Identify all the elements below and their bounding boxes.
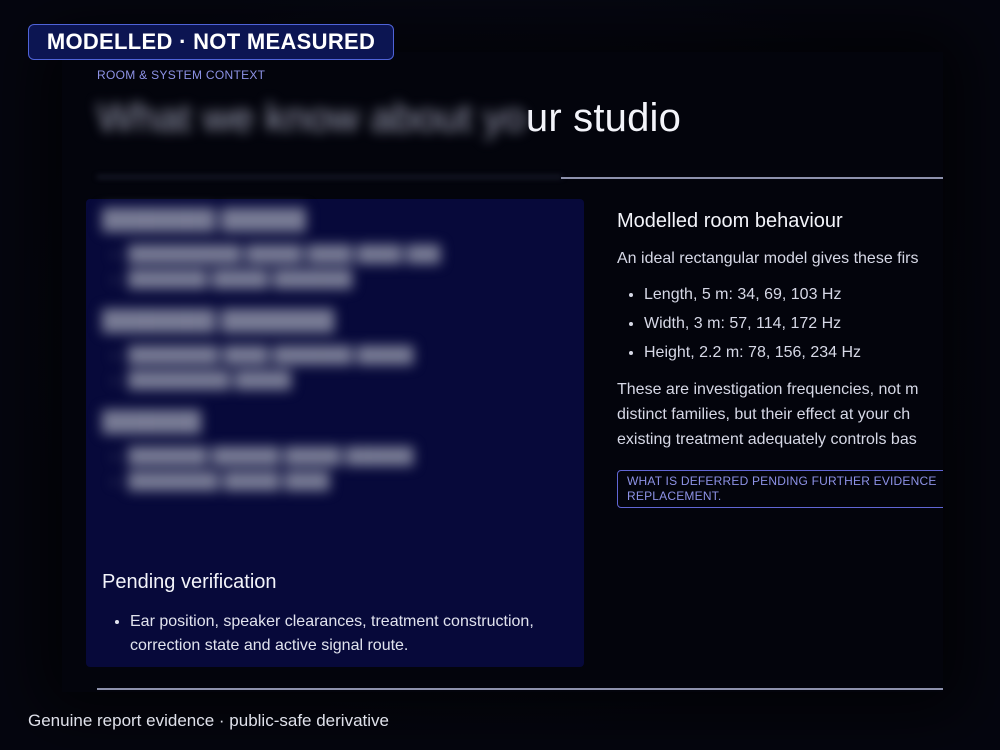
section-eyebrow: ROOM & SYSTEM CONTEXT xyxy=(97,68,266,82)
pending-item: Ear position, speaker clearances, treatm… xyxy=(130,610,572,658)
room-modes-list: Length, 5 m: 34, 69, 103 Hz Width, 3 m: … xyxy=(617,280,943,367)
modelled-badge: MODELLED · NOT MEASURED xyxy=(28,24,394,60)
pending-list: Ear position, speaker clearances, treatm… xyxy=(102,610,572,658)
modelled-room-section: Modelled room behaviour An ideal rectang… xyxy=(617,210,943,508)
deferred-line: REPLACEMENT. xyxy=(627,489,722,503)
investigation-note: These are investigation frequencies, not… xyxy=(617,377,943,452)
note-line: These are investigation frequencies, not… xyxy=(617,381,919,398)
deferred-callout: WHAT IS DEFERRED PENDING FURTHER EVIDENC… xyxy=(617,470,943,508)
room-mode-height: Height, 2.2 m: 78, 156, 234 Hz xyxy=(644,338,943,367)
divider xyxy=(561,177,943,179)
room-mode-length: Length, 5 m: 34, 69, 103 Hz xyxy=(644,280,943,309)
room-mode-width: Width, 3 m: 57, 114, 172 Hz xyxy=(644,309,943,338)
divider-blurred xyxy=(97,176,562,178)
page-title: What we know about your studio xyxy=(97,96,681,141)
modelled-heading: Modelled room behaviour xyxy=(617,210,843,232)
note-line: existing treatment adequately controls b… xyxy=(617,431,917,448)
redacted-title-part: What we know about yo xyxy=(97,96,526,140)
visible-title-part: ur studio xyxy=(525,96,682,140)
pending-verification-section: Pending verification Ear position, speak… xyxy=(102,571,572,658)
modelled-intro: An ideal rectangular model gives these f… xyxy=(617,250,919,267)
redacted-content: ████████ ██████ ██████████ █████ ████ ██… xyxy=(102,209,552,512)
pending-heading: Pending verification xyxy=(102,571,277,593)
evidence-caption: Genuine report evidence · public-safe de… xyxy=(28,711,389,730)
note-line: distinct families, but their effect at y… xyxy=(617,406,911,423)
customer-info-panel: ████████ ██████ ██████████ █████ ████ ██… xyxy=(86,199,584,667)
deferred-line: WHAT IS DEFERRED PENDING FURTHER EVIDENC… xyxy=(627,474,937,488)
bottom-divider xyxy=(97,688,943,690)
report-card: ROOM & SYSTEM CONTEXT What we know about… xyxy=(62,52,943,692)
